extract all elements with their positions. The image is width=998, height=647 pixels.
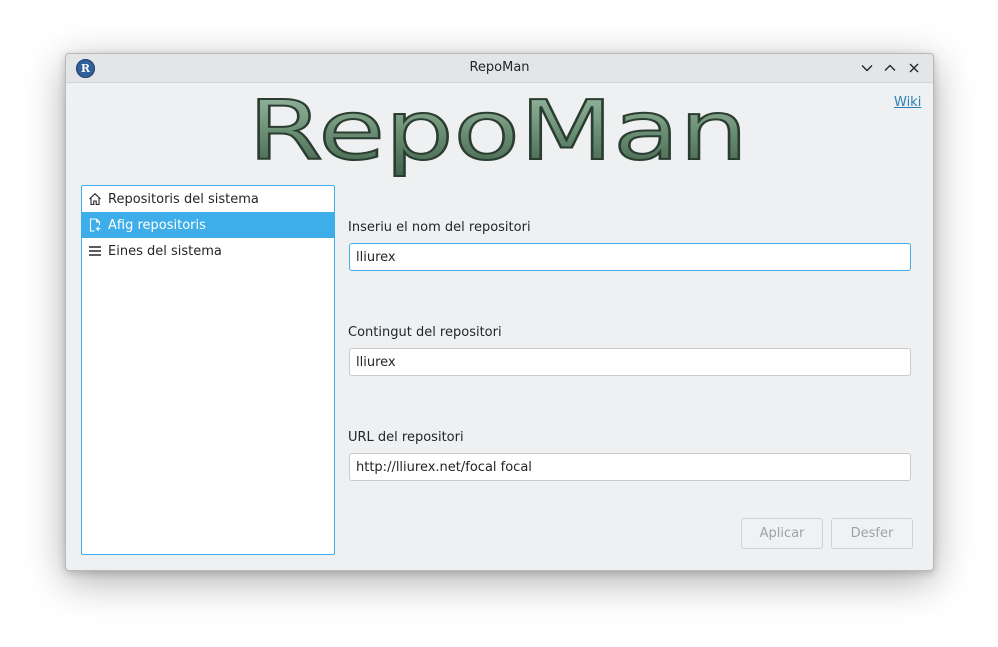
repository-url-input[interactable] [349,453,911,481]
maximize-button[interactable] [881,59,899,77]
repoman-logo: RepoMan [247,87,749,179]
add-document-icon [87,217,103,233]
logo-text: RepoMan [248,87,748,179]
apply-button[interactable]: Aplicar [741,518,823,549]
sidebar-item-system-tools[interactable]: Eines del sistema [82,238,334,264]
repository-content-label: Contingut del repositori [348,325,502,340]
wiki-link[interactable]: Wiki [894,95,921,110]
chevron-down-icon [861,65,873,72]
sidebar-item-label: Afig repositoris [108,217,206,233]
sidebar: Repositoris del sistema Afig repositoris… [81,185,335,555]
sidebar-item-label: Eines del sistema [108,243,222,259]
repoman-window: R RepoMan RepoMan Wiki Repositoris del s… [65,53,934,571]
chevron-up-icon [884,64,896,71]
minimize-button[interactable] [858,59,876,77]
window-title: RepoMan [469,60,530,75]
close-button[interactable] [905,59,923,77]
title-bar[interactable]: R RepoMan [66,54,933,83]
home-icon [87,191,103,207]
sidebar-item-system-repositories[interactable]: Repositoris del sistema [82,186,334,212]
repository-name-input[interactable] [349,243,911,271]
close-icon [909,63,919,73]
repository-name-label: Inseriu el nom del repositori [348,220,531,235]
menu-icon [87,243,103,259]
undo-button[interactable]: Desfer [831,518,913,549]
sidebar-item-label: Repositoris del sistema [108,191,259,207]
repository-content-input[interactable] [349,348,911,376]
repository-url-label: URL del repositori [348,430,464,445]
sidebar-item-add-repositories[interactable]: Afig repositoris [82,212,334,238]
